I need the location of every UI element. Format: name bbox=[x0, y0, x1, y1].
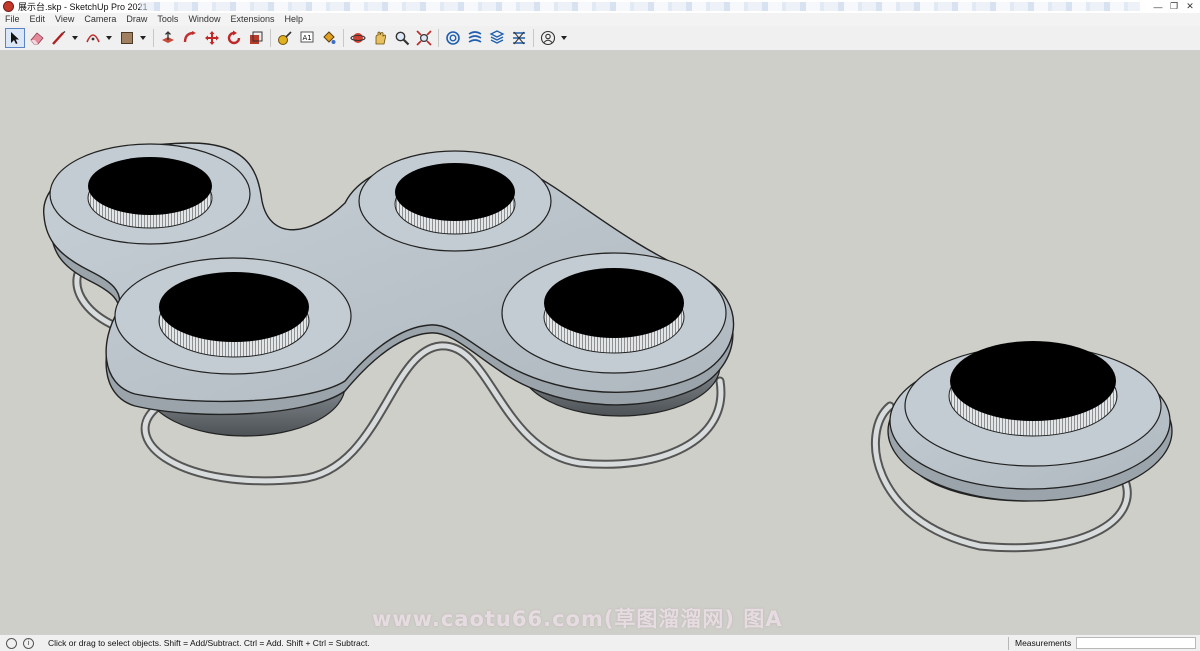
close-button[interactable]: ✕ bbox=[1182, 0, 1198, 13]
zoom-extents-tool-button[interactable] bbox=[414, 28, 434, 48]
account-icon bbox=[540, 30, 556, 46]
menu-tools[interactable]: Tools bbox=[152, 13, 183, 26]
status-separator bbox=[1008, 637, 1009, 650]
select-tool-button[interactable] bbox=[5, 28, 25, 48]
scale-tool-button[interactable] bbox=[246, 28, 266, 48]
watermark-text: www.caotu66.com(草图溜溜网) 图A bbox=[372, 607, 783, 631]
geo-location-icon[interactable] bbox=[6, 637, 17, 649]
model-viewport[interactable]: www.caotu66.com(草图溜溜网) 图A bbox=[0, 51, 1200, 634]
zoom-icon bbox=[395, 31, 410, 46]
paint-bucket-tool-button[interactable] bbox=[319, 28, 339, 48]
layout-send-button[interactable] bbox=[487, 28, 507, 48]
menu-camera[interactable]: Camera bbox=[79, 13, 121, 26]
menu-bar: File Edit View Camera Draw Tools Window … bbox=[0, 13, 1200, 26]
scene-render bbox=[43, 142, 1173, 553]
move-icon bbox=[205, 31, 219, 45]
eraser-tool-button[interactable] bbox=[27, 28, 47, 48]
model-info-icon bbox=[513, 31, 525, 45]
toolbar-separator bbox=[343, 29, 344, 47]
restore-button[interactable]: ❐ bbox=[1166, 0, 1182, 13]
zoom-tool-button[interactable] bbox=[392, 28, 412, 48]
toolbar-separator bbox=[533, 29, 534, 47]
sketchup-logo-icon bbox=[3, 1, 14, 12]
disc-top-back-left bbox=[88, 157, 212, 215]
rotate-tool-button[interactable] bbox=[224, 28, 244, 48]
push-pull-tool-button[interactable] bbox=[158, 28, 178, 48]
title-bar: 展示台.skp - SketchUp Pro 2021 — ❐ ✕ bbox=[0, 0, 1200, 14]
line-tool-button[interactable] bbox=[49, 28, 69, 48]
eraser-icon bbox=[30, 32, 44, 45]
shape-tool-dropdown[interactable] bbox=[139, 28, 147, 48]
menu-extensions[interactable]: Extensions bbox=[225, 13, 279, 26]
arc-tool-button[interactable] bbox=[83, 28, 103, 48]
pan-tool-button[interactable] bbox=[370, 28, 390, 48]
text-tool-glyph: A1 bbox=[303, 34, 312, 42]
disc-top-front-right bbox=[544, 268, 684, 338]
menu-help[interactable]: Help bbox=[279, 13, 308, 26]
disc-top-back-middle bbox=[395, 163, 515, 221]
zoom-extents-icon bbox=[416, 30, 432, 46]
measurements-label: Measurements bbox=[1015, 638, 1072, 648]
window-controls: — ❐ ✕ bbox=[1150, 0, 1198, 13]
tape-measure-icon bbox=[278, 31, 292, 45]
rectangle-icon bbox=[121, 32, 133, 44]
paint-bucket-icon bbox=[323, 31, 336, 44]
main-toolbar: A1 bbox=[0, 26, 1200, 51]
status-hint: Click or drag to select objects. Shift =… bbox=[48, 638, 370, 648]
menu-window[interactable]: Window bbox=[183, 13, 225, 26]
tape-measure-tool-button[interactable] bbox=[275, 28, 295, 48]
rotate-icon bbox=[227, 30, 241, 45]
minimize-button[interactable]: — bbox=[1150, 0, 1166, 13]
move-tool-button[interactable] bbox=[202, 28, 222, 48]
rectangle-tool-button[interactable] bbox=[117, 28, 137, 48]
account-button[interactable] bbox=[538, 28, 558, 48]
menu-draw[interactable]: Draw bbox=[121, 13, 152, 26]
display-stand-single-pad bbox=[870, 341, 1173, 553]
line-tool-dropdown[interactable] bbox=[71, 28, 79, 48]
follow-me-tool-button[interactable] bbox=[180, 28, 200, 48]
pan-icon bbox=[375, 31, 387, 45]
single-disc-top bbox=[950, 341, 1116, 421]
toolbar-separator bbox=[438, 29, 439, 47]
line-icon bbox=[52, 30, 66, 45]
extension-warehouse-icon bbox=[468, 31, 482, 43]
layout-icon bbox=[489, 30, 505, 44]
measurements-input[interactable] bbox=[1076, 637, 1196, 649]
model-info-button[interactable] bbox=[509, 28, 529, 48]
menu-view[interactable]: View bbox=[50, 13, 79, 26]
blurred-taskbar-strip bbox=[140, 2, 1140, 11]
scale-icon bbox=[250, 31, 263, 44]
toolbar-separator bbox=[270, 29, 271, 47]
warehouse-icon bbox=[446, 31, 460, 45]
select-icon bbox=[11, 32, 19, 44]
text-icon: A1 bbox=[300, 31, 314, 43]
push-pull-icon bbox=[162, 31, 174, 43]
text-tool-button[interactable]: A1 bbox=[297, 28, 317, 48]
menu-file[interactable]: File bbox=[0, 13, 25, 26]
extension-warehouse-button[interactable] bbox=[465, 28, 485, 48]
arc-icon bbox=[86, 34, 100, 43]
toolbar-separator bbox=[153, 29, 154, 47]
orbit-icon bbox=[350, 33, 366, 43]
account-dropdown[interactable] bbox=[560, 28, 568, 48]
arc-tool-dropdown[interactable] bbox=[105, 28, 113, 48]
info-icon[interactable]: i bbox=[23, 637, 34, 649]
follow-me-icon bbox=[183, 31, 196, 43]
orbit-tool-button[interactable] bbox=[348, 28, 368, 48]
menu-edit[interactable]: Edit bbox=[25, 13, 51, 26]
display-stand-four-pads bbox=[43, 142, 735, 486]
3d-warehouse-button[interactable] bbox=[443, 28, 463, 48]
disc-top-front-left bbox=[159, 272, 309, 342]
status-bar: i Click or drag to select objects. Shift… bbox=[0, 634, 1200, 651]
window-title: 展示台.skp - SketchUp Pro 2021 bbox=[18, 2, 148, 12]
